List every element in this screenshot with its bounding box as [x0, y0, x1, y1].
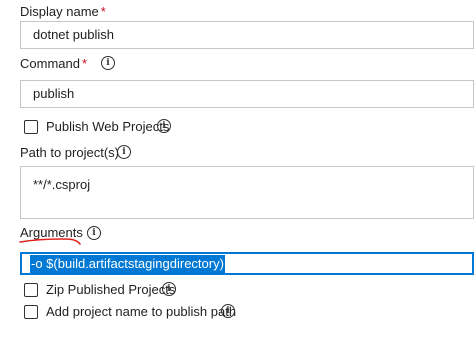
info-icon[interactable]: i [101, 56, 115, 70]
path-to-projects-value: **/*.csproj [33, 177, 91, 192]
red-underline-annotation [19, 238, 81, 245]
command-label: Command * [20, 56, 87, 72]
info-icon[interactable]: i [162, 282, 176, 296]
add-project-name-checkbox[interactable] [24, 305, 38, 319]
path-to-projects-label: Path to project(s) [20, 145, 119, 160]
arguments-selected-value: -o $(build.artifactstagingdirectory) [30, 254, 225, 273]
publish-web-projects-label: Publish Web Projects [46, 119, 170, 134]
display-name-label-text: Display name [20, 4, 99, 19]
publish-web-projects-checkbox[interactable] [24, 120, 38, 134]
required-marker: * [81, 56, 88, 71]
command-select[interactable]: publish [20, 80, 474, 108]
path-to-projects-textarea[interactable]: **/*.csproj [20, 166, 474, 219]
annotation-stroke [19, 238, 81, 245]
display-name-label: Display name * [20, 4, 106, 20]
zip-published-projects-checkbox[interactable] [24, 283, 38, 297]
info-icon[interactable]: i [221, 304, 235, 318]
info-icon[interactable]: i [87, 226, 101, 240]
arguments-input[interactable]: -o $(build.artifactstagingdirectory) [20, 252, 474, 275]
zip-published-projects-label: Zip Published Projects [46, 282, 176, 297]
info-icon[interactable]: i [117, 145, 131, 159]
required-marker: * [100, 4, 106, 19]
command-value: publish [33, 86, 75, 101]
info-icon[interactable]: i [157, 119, 171, 133]
command-label-text: Command [20, 56, 80, 71]
display-name-value: dotnet publish [33, 27, 114, 42]
display-name-input[interactable]: dotnet publish [20, 21, 474, 49]
add-project-name-label: Add project name to publish path [46, 304, 237, 319]
